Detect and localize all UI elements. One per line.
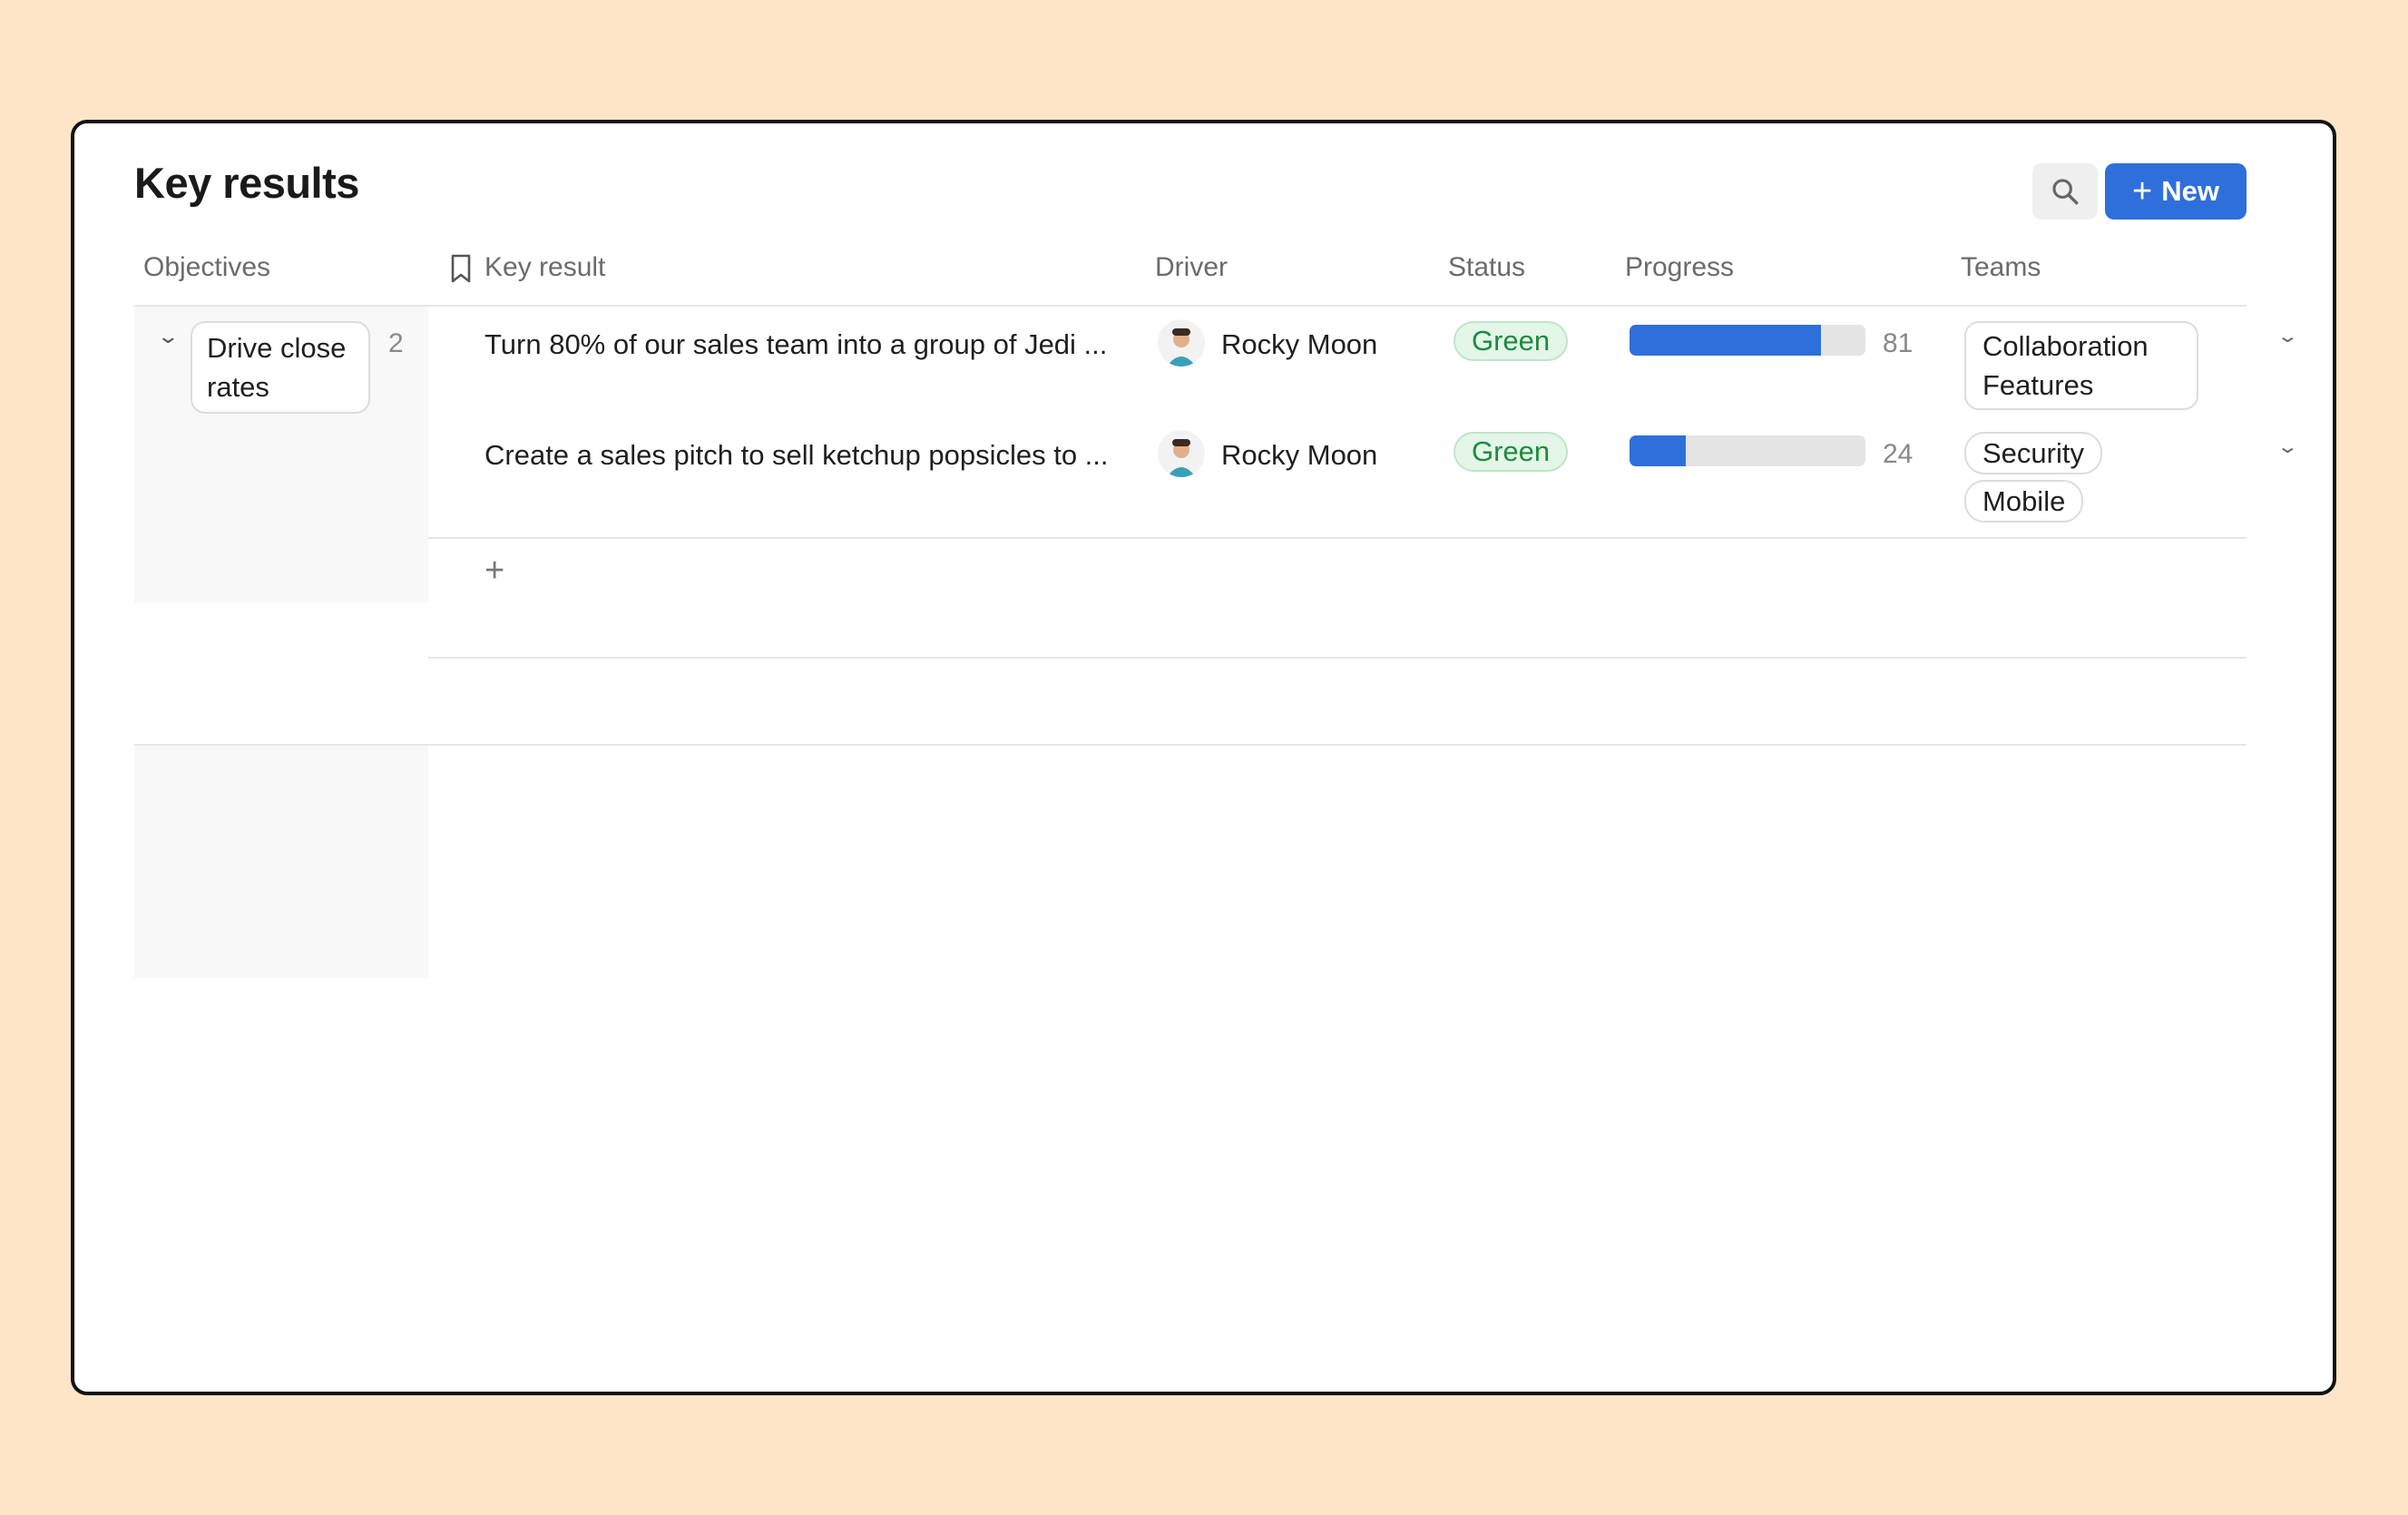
plus-icon: + xyxy=(2132,172,2153,210)
column-header-progress[interactable]: Progress xyxy=(1625,252,1734,283)
add-key-result-button[interactable]: + xyxy=(485,552,504,591)
search-button[interactable] xyxy=(2032,163,2098,220)
column-header-driver[interactable]: Driver xyxy=(1155,252,1228,283)
progress-bar-fill xyxy=(1630,325,1821,356)
bookmark-icon xyxy=(451,254,471,283)
column-header-key-result-label: Key result xyxy=(485,252,606,282)
avatar xyxy=(1158,319,1205,367)
team-tag[interactable]: Collaboration Features xyxy=(1964,321,2198,410)
team-tag[interactable]: Mobile xyxy=(1964,480,2084,523)
key-results-panel: Key results + New Objectives Key result … xyxy=(71,120,2336,1395)
status-badge[interactable]: Green xyxy=(1454,321,1569,361)
new-button[interactable]: + New xyxy=(2105,163,2246,220)
group-divider xyxy=(134,744,2246,746)
status-badge[interactable]: Green xyxy=(1454,432,1569,472)
header-divider xyxy=(134,305,2246,307)
page-title: Key results xyxy=(134,159,359,207)
row-divider xyxy=(428,657,2246,659)
teams-chevron-down-icon[interactable]: ⌄ xyxy=(2276,325,2299,347)
teams-chevron-down-icon[interactable]: ⌄ xyxy=(2276,435,2299,458)
progress-value: 24 xyxy=(1883,439,1914,469)
team-tag[interactable]: Security xyxy=(1964,432,2102,474)
column-header-key-result[interactable]: Key result xyxy=(451,252,606,283)
driver-name[interactable]: Rocky Moon xyxy=(1221,328,1377,361)
avatar xyxy=(1158,430,1205,477)
column-header-status[interactable]: Status xyxy=(1448,252,1525,283)
column-header-objectives[interactable]: Objectives xyxy=(143,252,270,283)
chevron-down-icon[interactable]: ⌄ xyxy=(156,325,180,348)
search-icon xyxy=(2052,179,2079,205)
key-result-text[interactable]: Turn 80% of our sales team into a group … xyxy=(485,328,1107,361)
progress-value: 81 xyxy=(1883,328,1914,358)
row-divider xyxy=(428,537,2246,539)
objective-count: 2 xyxy=(388,328,404,358)
new-button-label: New xyxy=(2161,175,2219,207)
progress-bar xyxy=(1630,435,1865,466)
driver-name[interactable]: Rocky Moon xyxy=(1221,439,1377,472)
key-result-text[interactable]: Create a sales pitch to sell ketchup pop… xyxy=(485,439,1109,472)
progress-bar-fill xyxy=(1630,435,1687,466)
objective-pill[interactable]: Drive close rates xyxy=(191,321,370,414)
objective-group-bg xyxy=(134,746,428,978)
column-header-teams[interactable]: Teams xyxy=(1961,252,2041,283)
progress-bar xyxy=(1630,325,1865,356)
